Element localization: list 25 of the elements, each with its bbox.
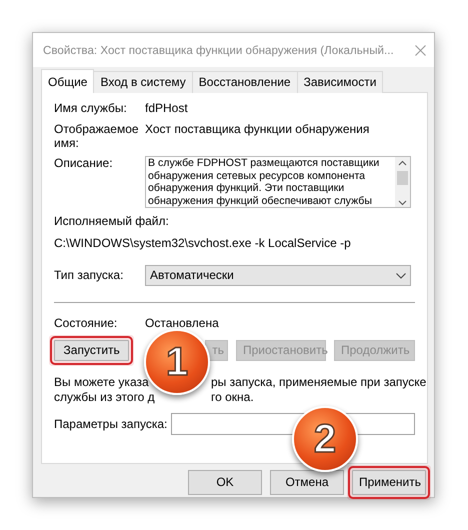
field-label: Исполняемый файл: (54, 214, 170, 229)
tab[interactable]: Восстановление (192, 71, 298, 93)
close-icon[interactable] (415, 44, 426, 56)
hint-text: ры запуска, применяемые при запуске (211, 375, 426, 390)
tab[interactable]: Общие (41, 69, 94, 93)
service-status: Остановлена (145, 316, 219, 331)
chevron-down-icon (396, 272, 406, 278)
tab[interactable]: Зависимости (296, 71, 384, 93)
dialog-button[interactable]: Отмена (270, 470, 344, 495)
field-value: fdPHost (145, 101, 188, 116)
field-label: Тип запуска: (54, 268, 124, 283)
field-label: Состояние: (54, 316, 118, 331)
hint-text: го окна. (211, 390, 254, 405)
field-label: Отображаемое имя: (54, 122, 140, 150)
executable-path: C:\WINDOWS\system32\svchost.exe -k LocalService -p (54, 236, 352, 251)
dialog-button[interactable]: OK (188, 470, 262, 495)
field-label: Описание: (54, 156, 114, 172)
startup-type-dropdown[interactable]: Автоматически (145, 265, 411, 286)
description-box: В службе FDPHOST размещаются поставщики обнаружения сетевых ресурсов компонента обнаружения функций. Эти поставщики обнаружения функций обеспечивают службы (145, 156, 411, 208)
window-title: Свойства: Хост поставщика функции обнаружения (Локальный... (43, 42, 394, 58)
field-label: Имя службы: (54, 101, 128, 116)
scrollbar (395, 157, 410, 207)
field-label: Параметры запуска: (54, 416, 168, 432)
tab[interactable]: Вход в систему (93, 71, 193, 93)
field-value: Хост поставщика функции обнаружения (145, 122, 370, 138)
